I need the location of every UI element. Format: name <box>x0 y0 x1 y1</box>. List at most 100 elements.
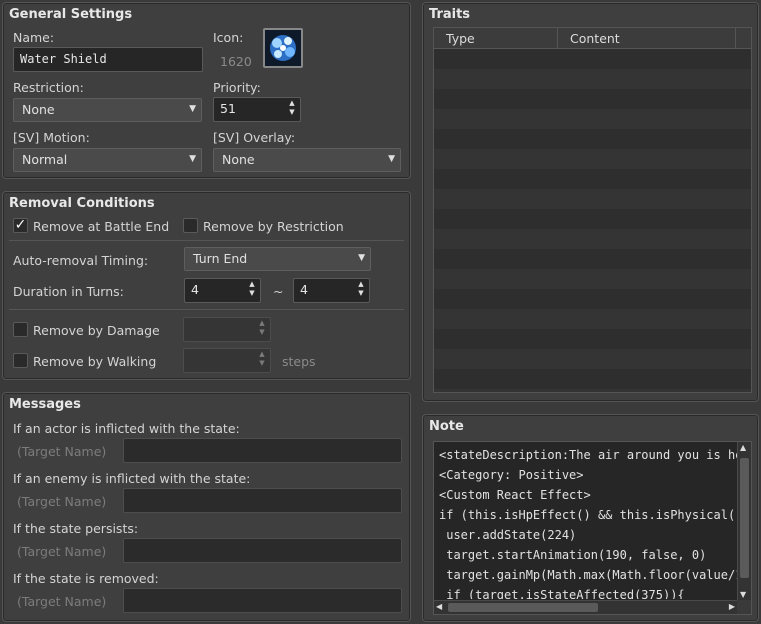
removal-conditions-title: Removal Conditions <box>9 196 155 211</box>
scroll-up-icon[interactable]: ▲ <box>740 443 746 452</box>
damage-label[interactable]: Remove by Damage <box>33 323 160 338</box>
trait-row[interactable] <box>434 329 751 349</box>
battle-end-label[interactable]: Remove at Battle End <box>33 219 169 234</box>
checkmark-icon: ✓ <box>14 217 27 233</box>
duration-max-value: 4 <box>300 282 308 297</box>
trait-row[interactable] <box>434 209 751 229</box>
water-shield-icon <box>265 30 301 66</box>
trait-row[interactable] <box>434 289 751 309</box>
traits-table[interactable]: Type Content <box>433 27 752 393</box>
spin-arrows-icon[interactable]: ▲ ▼ <box>247 280 257 298</box>
trait-row[interactable] <box>434 169 751 189</box>
restriction-removal-label[interactable]: Remove by Restriction <box>203 219 344 234</box>
duration-max-stepper[interactable]: 4 ▲ ▼ <box>293 278 370 303</box>
scroll-thumb[interactable] <box>448 603 598 612</box>
steps-label: steps <box>282 354 316 369</box>
note-line: <stateDescription:The air around you is … <box>439 448 737 462</box>
trait-row[interactable] <box>434 149 751 169</box>
motion-label: [SV] Motion: <box>13 130 90 145</box>
note-horizontal-scrollbar[interactable]: ◀ ▶ <box>434 600 737 614</box>
column-header-type[interactable]: Type <box>446 31 475 46</box>
trait-row[interactable] <box>434 249 751 269</box>
duration-tilde: ~ <box>273 284 284 299</box>
divider <box>9 309 404 310</box>
restriction-select[interactable]: None ▼ <box>13 98 202 122</box>
trait-row[interactable] <box>434 389 751 392</box>
spin-arrows-icon[interactable]: ▲ ▼ <box>287 99 297 117</box>
note-textarea[interactable]: <stateDescription:The air around you is … <box>433 441 752 615</box>
chevron-down-icon: ▼ <box>189 104 196 114</box>
divider <box>9 240 404 241</box>
trait-row[interactable] <box>434 229 751 249</box>
damage-checkbox[interactable] <box>13 322 28 337</box>
note-panel: Note <stateDescription:The air around yo… <box>422 414 759 622</box>
name-label: Name: <box>13 30 55 45</box>
duration-label: Duration in Turns: <box>13 284 124 299</box>
persists-target-placeholder: (Target Name) <box>17 544 107 559</box>
walking-stepper[interactable]: ▲ ▼ <box>183 348 271 373</box>
trait-row[interactable] <box>434 129 751 149</box>
restriction-checkbox[interactable] <box>183 218 198 233</box>
trait-row[interactable] <box>434 49 751 69</box>
traits-header: Type Content <box>434 28 751 49</box>
persists-message-label: If the state persists: <box>13 521 139 536</box>
priority-value: 51 <box>220 101 236 116</box>
removed-target-placeholder: (Target Name) <box>17 594 107 609</box>
chevron-down-icon: ▼ <box>358 253 365 263</box>
restriction-label: Restriction: <box>13 80 84 95</box>
trait-row[interactable] <box>434 89 751 109</box>
scroll-thumb[interactable] <box>740 458 749 578</box>
motion-select[interactable]: Normal ▼ <box>13 148 202 172</box>
note-line: user.addState(224) <box>439 528 577 542</box>
priority-stepper[interactable]: 51 ▲ ▼ <box>213 97 301 122</box>
timing-select[interactable]: Turn End ▼ <box>184 247 371 271</box>
note-title: Note <box>429 419 464 434</box>
walking-label[interactable]: Remove by Walking <box>33 354 156 369</box>
note-line: if (target.isStateAffected(375)){ <box>439 588 685 599</box>
restriction-value: None <box>22 102 55 117</box>
spin-arrows-icon[interactable]: ▲ ▼ <box>257 319 267 337</box>
traits-rows <box>434 49 751 392</box>
timing-value: Turn End <box>193 251 248 266</box>
scroll-corner <box>737 600 751 614</box>
trait-row[interactable] <box>434 189 751 209</box>
duration-min-value: 4 <box>191 282 199 297</box>
battle-end-checkbox[interactable]: ✓ <box>13 218 28 233</box>
note-line: target.startAnimation(190, false, 0) <box>439 548 707 562</box>
scroll-right-icon[interactable]: ▶ <box>729 602 735 611</box>
spin-arrows-icon[interactable]: ▲ ▼ <box>257 350 267 368</box>
general-settings-panel: General Settings Name: Water Shield Icon… <box>2 2 411 179</box>
trait-row[interactable] <box>434 269 751 289</box>
actor-message-label: If an actor is inflicted with the state: <box>13 421 240 436</box>
note-line: <Category: Positive> <box>439 468 584 482</box>
scroll-down-icon[interactable]: ▼ <box>740 590 746 599</box>
persists-message-input[interactable] <box>123 538 402 563</box>
chevron-down-icon: ▼ <box>388 154 395 164</box>
removal-conditions-panel: Removal Conditions ✓ Remove at Battle En… <box>2 191 411 380</box>
name-input[interactable]: Water Shield <box>13 47 203 72</box>
header-divider <box>735 28 736 49</box>
removed-message-input[interactable] <box>123 588 402 613</box>
general-settings-title: General Settings <box>9 7 133 22</box>
overlay-value: None <box>222 152 255 167</box>
overlay-label: [SV] Overlay: <box>213 130 296 145</box>
motion-value: Normal <box>22 152 68 167</box>
overlay-select[interactable]: None ▼ <box>213 148 401 172</box>
actor-message-input[interactable] <box>123 438 402 463</box>
damage-stepper[interactable]: ▲ ▼ <box>183 317 271 342</box>
icon-picker[interactable] <box>263 28 303 68</box>
scroll-left-icon[interactable]: ◀ <box>436 602 442 611</box>
walking-checkbox[interactable] <box>13 353 28 368</box>
enemy-message-input[interactable] <box>123 488 402 513</box>
removed-message-label: If the state is removed: <box>13 571 159 586</box>
note-line: <Custom React Effect> <box>439 488 591 502</box>
column-header-content[interactable]: Content <box>570 31 620 46</box>
trait-row[interactable] <box>434 109 751 129</box>
trait-row[interactable] <box>434 369 751 389</box>
trait-row[interactable] <box>434 309 751 329</box>
spin-arrows-icon[interactable]: ▲ ▼ <box>356 280 366 298</box>
duration-min-stepper[interactable]: 4 ▲ ▼ <box>184 278 261 303</box>
trait-row[interactable] <box>434 69 751 89</box>
trait-row[interactable] <box>434 349 751 369</box>
note-vertical-scrollbar[interactable]: ▲ ▼ <box>737 442 751 600</box>
